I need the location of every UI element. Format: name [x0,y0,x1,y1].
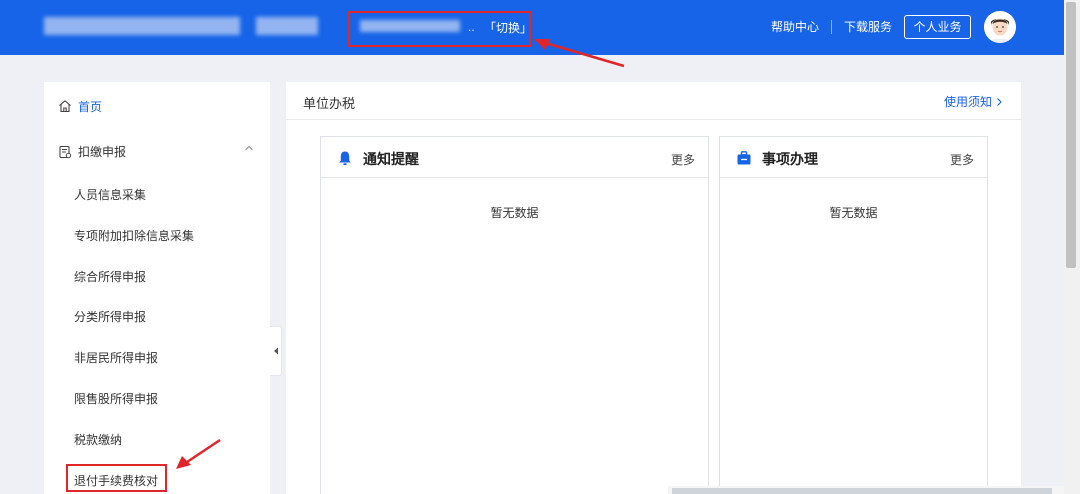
usage-notice-label: 使用须知 [944,95,993,109]
sidebar-collapse-toggle[interactable] [270,326,282,376]
main-divider [286,119,1021,120]
annotation-arrow-sidebar [176,438,221,469]
user-avatar-icon [984,11,1016,43]
sidebar-item-tax-payment[interactable]: 税款缴纳 [74,431,122,448]
notification-card: 通知提醒 更多 暂无数据 [320,136,709,494]
matters-card-header: 事项办理 更多 [720,137,987,178]
sidebar-item-classified-income[interactable]: 分类所得申报 [74,308,146,325]
blurred-org-name-2 [256,17,318,35]
highlight-box-refund [66,464,167,492]
download-service-link[interactable]: 下载服务 [844,18,892,35]
bottom-status-strip [668,486,1064,494]
sidebar-item-comprehensive-income[interactable]: 综合所得申报 [74,268,146,285]
page-title: 单位办税 [303,96,356,111]
sidebar-group-withholding[interactable]: 扣缴申报 [58,143,126,160]
highlight-box-org [348,11,531,47]
bell-icon [339,151,351,165]
sidebar-home-label: 首页 [78,99,103,114]
help-center-link[interactable]: 帮助中心 [771,18,819,35]
chevron-up-icon[interactable] [244,144,254,152]
status-icons [672,488,1052,494]
matters-more-link[interactable]: 更多 [950,151,974,168]
scrollbar-thumb[interactable] [1066,2,1076,268]
sidebar-item-personnel-info[interactable]: 人员信息采集 [74,186,146,203]
sidebar-group-label: 扣缴申报 [78,145,127,159]
header-divider [831,20,832,34]
notification-card-header: 通知提醒 更多 [321,137,708,178]
matters-card-title: 事项办理 [762,151,818,167]
avatar[interactable] [984,11,1016,43]
blurred-org-name [44,17,240,35]
sidebar-item-special-deduction[interactable]: 专项附加扣除信息采集 [74,227,194,244]
notification-empty-text: 暂无数据 [490,206,539,220]
briefcase-icon [737,151,751,165]
chevron-right-icon [997,97,1002,106]
notification-more-link[interactable]: 更多 [671,151,695,168]
personal-business-button[interactable]: 个人业务 [904,15,971,39]
sidebar-item-nonresident-income[interactable]: 非居民所得申报 [74,349,158,366]
matters-empty-text: 暂无数据 [829,206,878,220]
annotation-arrow-top [534,39,625,68]
sidebar-item-restricted-shares[interactable]: 限售股所得申报 [74,390,158,407]
home-icon [59,100,71,113]
document-icon [59,145,72,158]
sidebar: 首页 扣缴申报 人员信息采集 专项附加扣除信息采集 综合所得申报 分类所得申报 … [44,82,270,494]
caret-left-icon [273,347,278,355]
sidebar-item-home[interactable]: 首页 [58,97,102,115]
notification-card-title: 通知提醒 [363,151,419,167]
matters-card: 事项办理 更多 暂无数据 [719,136,988,494]
usage-notice-link[interactable]: 使用须知 [944,93,1003,110]
main-panel: 单位办税 使用须知 通知提醒 更多 暂无数据 事项办理 更多 暂无数据 [286,82,1021,494]
